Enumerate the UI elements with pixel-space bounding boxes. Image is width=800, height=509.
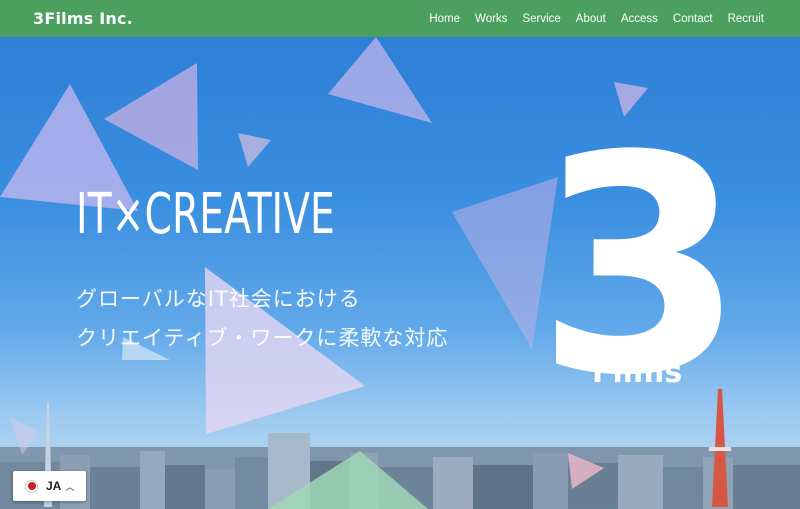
hero-subline-2: クリエイティブ・ワークに柔軟な対応 — [76, 326, 449, 350]
site-header: 3Films Inc. Home Works Service About Acc… — [0, 0, 800, 37]
main-nav: Home Works Service About Access Contact … — [414, 13, 764, 25]
hero-subline-1: グローバルなIT社会における — [76, 287, 361, 311]
site-logo[interactable]: 3Films Inc. — [33, 9, 133, 28]
nav-contact[interactable]: Contact — [673, 13, 713, 25]
chevron-up-icon: ︿ — [65, 482, 75, 493]
hero-section: IT×CREATIVE グローバルなIT社会における クリエイティブ・ワークに柔… — [0, 37, 800, 509]
language-selector[interactable]: JA ︿ — [13, 471, 86, 501]
brand-mark-word: Films — [592, 355, 683, 390]
nav-about[interactable]: About — [576, 13, 606, 25]
nav-access[interactable]: Access — [621, 13, 658, 25]
japan-flag-icon — [25, 479, 38, 493]
hero-headline: IT×CREATIVE — [76, 182, 335, 247]
language-code: JA — [46, 479, 62, 493]
nav-works[interactable]: Works — [475, 13, 507, 25]
nav-service[interactable]: Service — [522, 13, 560, 25]
nav-home[interactable]: Home — [429, 13, 460, 25]
nav-recruit[interactable]: Recruit — [728, 13, 764, 25]
